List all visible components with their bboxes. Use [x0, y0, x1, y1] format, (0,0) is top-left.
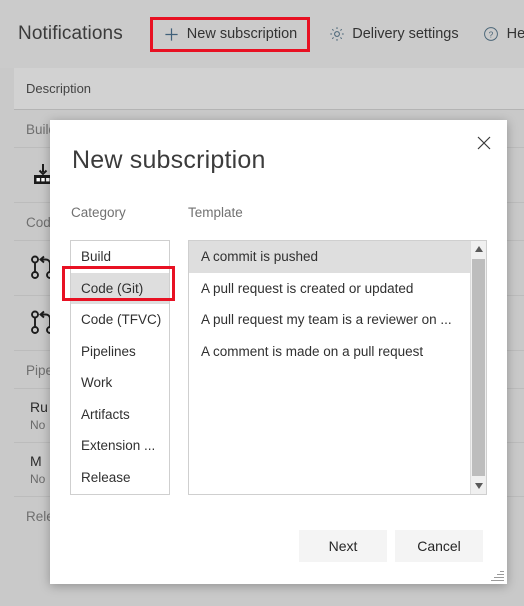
- scroll-down-icon[interactable]: [471, 478, 486, 494]
- next-button[interactable]: Next: [299, 530, 387, 562]
- page-toolbar: Notifications New subscription Delivery …: [0, 0, 524, 68]
- category-list[interactable]: Build Code (Git) Code (TFVC) Pipelines W…: [70, 240, 170, 495]
- list-item-subtitle: No: [30, 472, 46, 486]
- list-item-title: M: [30, 453, 42, 469]
- resize-grip[interactable]: [491, 568, 504, 581]
- page-title: Notifications: [18, 23, 123, 44]
- scrollbar-thumb[interactable]: [472, 259, 485, 476]
- close-icon[interactable]: [469, 128, 499, 158]
- gear-icon: [328, 26, 345, 43]
- svg-text:?: ?: [489, 29, 494, 39]
- list-item-text: M No: [26, 453, 45, 486]
- template-list[interactable]: A commit is pushed A pull request is cre…: [188, 240, 487, 495]
- category-item-code-tfvc[interactable]: Code (TFVC): [71, 304, 169, 336]
- cancel-button[interactable]: Cancel: [395, 530, 483, 562]
- help-button[interactable]: ? Help: [476, 21, 524, 48]
- category-item-release[interactable]: Release: [71, 462, 169, 494]
- template-column-header: Template: [188, 205, 243, 220]
- delivery-settings-button[interactable]: Delivery settings: [321, 21, 465, 48]
- template-scrollbar[interactable]: [470, 241, 486, 494]
- help-label: Help: [506, 26, 524, 42]
- template-item-comment-on-pr[interactable]: A comment is made on a pull request: [189, 336, 486, 368]
- new-subscription-label: New subscription: [186, 26, 298, 42]
- template-item-pr-team-reviewer[interactable]: A pull request my team is a reviewer on …: [189, 304, 486, 336]
- scroll-up-icon[interactable]: [471, 241, 486, 257]
- category-column-header: Category: [71, 205, 126, 220]
- description-column-header: Description: [14, 68, 524, 110]
- delivery-settings-label: Delivery settings: [352, 26, 459, 42]
- question-circle-icon: ?: [483, 26, 500, 43]
- new-subscription-button[interactable]: New subscription: [149, 16, 311, 52]
- category-item-code-git[interactable]: Code (Git): [71, 272, 169, 304]
- new-subscription-dialog: New subscription Category Template Build…: [50, 120, 507, 584]
- list-item-subtitle: No: [30, 418, 46, 432]
- description-label: Description: [26, 81, 92, 96]
- plus-icon: [163, 26, 180, 43]
- template-item-pr-created-updated[interactable]: A pull request is created or updated: [189, 273, 486, 305]
- list-item-text: Ru No: [26, 399, 48, 432]
- list-item-title: Ru: [30, 399, 48, 415]
- category-item-extension[interactable]: Extension ...: [71, 430, 169, 462]
- dialog-title: New subscription: [72, 146, 266, 174]
- category-item-work[interactable]: Work: [71, 367, 169, 399]
- category-item-build[interactable]: Build: [71, 241, 169, 273]
- template-item-commit-pushed[interactable]: A commit is pushed: [189, 241, 486, 273]
- category-item-artifacts[interactable]: Artifacts: [71, 399, 169, 431]
- category-item-pipelines[interactable]: Pipelines: [71, 336, 169, 368]
